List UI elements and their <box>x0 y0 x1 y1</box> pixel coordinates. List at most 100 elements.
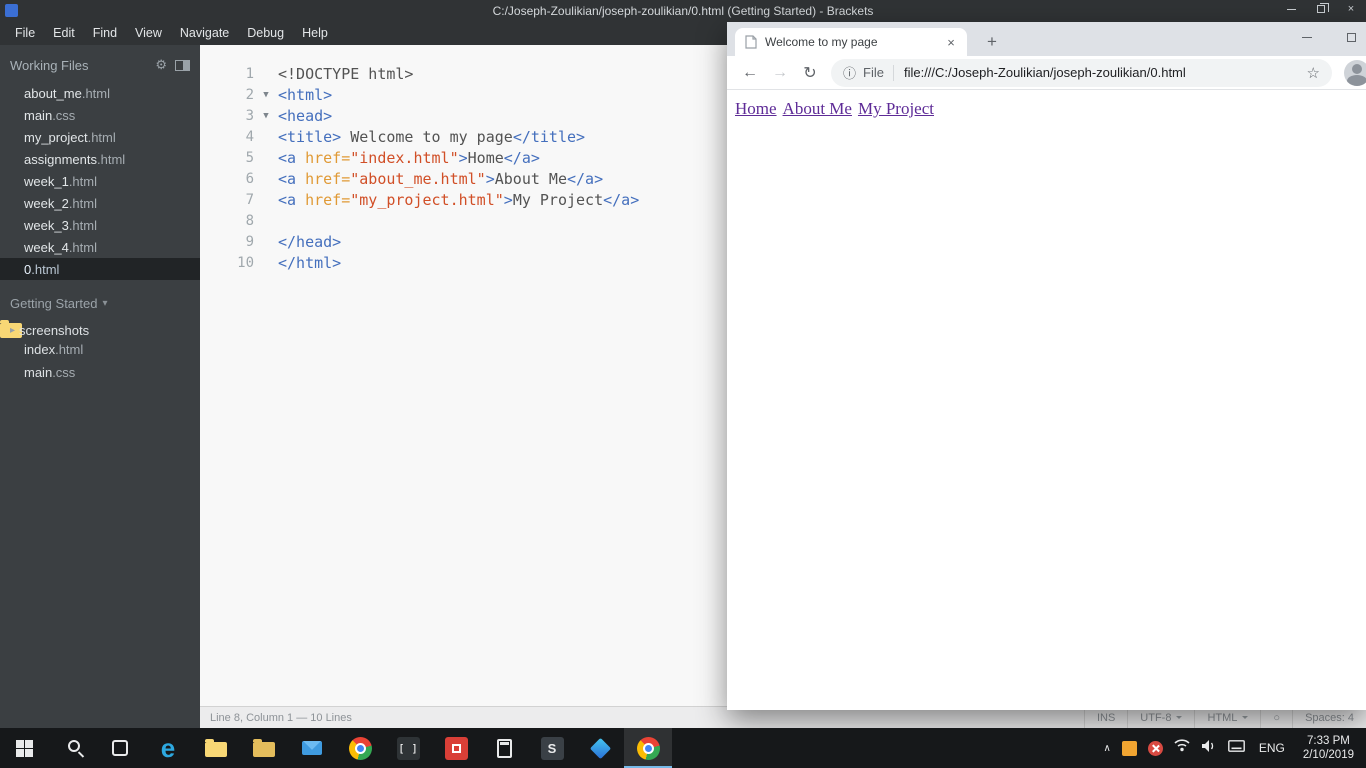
clock[interactable]: 7:33 PM 2/10/2019 <box>1299 734 1358 762</box>
task-view-icon <box>112 740 128 756</box>
back-button[interactable]: ← <box>735 59 765 87</box>
fold-arrow-icon[interactable]: ▼ <box>254 111 278 121</box>
working-file-week_3.html[interactable]: week_3 .html <box>0 214 200 236</box>
touch-keyboard-button[interactable] <box>1227 739 1245 757</box>
minimize-button[interactable] <box>1284 22 1329 52</box>
tree-file-index.html[interactable]: index .html <box>0 338 200 361</box>
profile-avatar[interactable] <box>1344 59 1366 86</box>
insert-mode-indicator[interactable]: INS <box>1083 707 1127 728</box>
minimize-icon <box>1286 8 1296 10</box>
tab-close-icon[interactable]: × <box>943 34 959 50</box>
line-number: 3 <box>245 107 254 124</box>
search-button[interactable] <box>48 728 96 768</box>
language-selector[interactable]: HTML <box>1194 707 1260 728</box>
maximize-button[interactable] <box>1329 22 1366 52</box>
bookmark-star-icon[interactable]: ☆ <box>1307 64 1320 82</box>
red-app-button[interactable] <box>432 728 480 768</box>
working-file-main.css[interactable]: main .css <box>0 104 200 126</box>
indent-value[interactable]: 4 <box>1348 712 1354 724</box>
tray-orange-app-icon[interactable] <box>1121 740 1137 756</box>
volume-button[interactable] <box>1201 739 1217 758</box>
tree-folder-screenshots[interactable]: ▸ screenshots <box>0 320 89 338</box>
menu-item-edit[interactable]: Edit <box>44 22 84 45</box>
gear-icon[interactable]: ⚙ <box>155 57 167 73</box>
encoding-selector[interactable]: UTF-8 <box>1127 707 1194 728</box>
menu-item-help[interactable]: Help <box>293 22 337 45</box>
menu-item-view[interactable]: View <box>126 22 171 45</box>
split-view-icon[interactable] <box>175 59 190 71</box>
working-file-0.html[interactable]: 0 .html <box>0 258 200 280</box>
code-text: <!DOCTYPE html> <box>278 64 414 83</box>
search-icon <box>68 740 80 752</box>
working-file-week_1.html[interactable]: week_1 .html <box>0 170 200 192</box>
chrome-icon <box>348 736 372 760</box>
task-view-button[interactable] <box>96 728 144 768</box>
code-text: <title> Welcome to my page</title> <box>278 127 586 146</box>
folder-button[interactable] <box>240 728 288 768</box>
working-file-week_2.html[interactable]: week_2 .html <box>0 192 200 214</box>
working-file-week_4.html[interactable]: week_4 .html <box>0 236 200 258</box>
diamond-app-button[interactable] <box>576 728 624 768</box>
forward-button[interactable]: → <box>765 59 795 87</box>
brackets-titlebar[interactable]: C:/Joseph-Zoulikian/joseph-zoulikian/0.h… <box>0 0 1366 22</box>
project-header[interactable]: Getting Started ▾ <box>0 280 200 320</box>
chrome-active-button[interactable] <box>624 728 672 768</box>
file-extension: .html <box>96 151 126 167</box>
edge-button[interactable]: e <box>144 728 192 768</box>
lint-status[interactable]: ○ <box>1260 707 1292 728</box>
menu-item-debug[interactable]: Debug <box>238 22 293 45</box>
page-info-icon[interactable]: ⓘ <box>843 63 856 82</box>
menu-item-navigate[interactable]: Navigate <box>171 22 238 45</box>
browser-tab[interactable]: Welcome to my page × <box>735 28 967 56</box>
file-name: main <box>24 107 53 123</box>
file-name: assignments <box>24 151 97 167</box>
diamond-app-icon <box>589 737 611 759</box>
code-text: <a href="index.html">Home</a> <box>278 148 540 167</box>
minimize-icon <box>1301 36 1312 38</box>
page-content: Home About Me My Project <box>727 90 1366 710</box>
file-extension: .css <box>52 107 76 123</box>
brackets-button[interactable]: [ ] <box>384 728 432 768</box>
page-link-about-me[interactable]: About Me <box>783 99 852 118</box>
restore-icon <box>1317 3 1329 13</box>
hidden-icons-chevron[interactable]: ∧ <box>1103 743 1110 754</box>
tray-red-app-icon[interactable] <box>1147 740 1163 756</box>
chevron-down-icon <box>1176 716 1183 722</box>
minimize-button[interactable] <box>1276 0 1306 18</box>
cursor-position-status: Line 8, Column 1 — 10 Lines <box>210 711 352 724</box>
fold-arrow-icon[interactable]: ▼ <box>254 90 278 100</box>
network-button[interactable] <box>1174 739 1190 757</box>
mail-button[interactable] <box>288 728 336 768</box>
working-file-assignments.html[interactable]: assignments .html <box>0 148 200 170</box>
calculator-icon <box>496 738 512 758</box>
reload-button[interactable]: ↻ <box>795 59 825 87</box>
address-bar[interactable]: ⓘ File file:///C:/Joseph-Zoulikian/josep… <box>831 58 1332 87</box>
page-link-home[interactable]: Home <box>735 99 777 118</box>
url-text[interactable]: file:///C:/Joseph-Zoulikian/joseph-zouli… <box>904 65 1299 80</box>
chrome-button[interactable] <box>336 728 384 768</box>
file-name: week_2 <box>24 195 69 211</box>
clock-date: 2/10/2019 <box>1302 749 1354 761</box>
file-name: week_4 <box>24 239 69 255</box>
project-label: Getting Started <box>10 296 98 311</box>
file-explorer-button[interactable] <box>192 728 240 768</box>
chevron-down-icon: ▾ <box>102 298 108 309</box>
menu-item-find[interactable]: Find <box>84 22 126 45</box>
new-tab-button[interactable]: + <box>979 30 1005 54</box>
page-favicon-icon <box>745 35 757 49</box>
working-file-my_project.html[interactable]: my_project .html <box>0 126 200 148</box>
s-app-button[interactable]: S <box>528 728 576 768</box>
indent-setting[interactable]: Spaces: 4 <box>1292 707 1366 728</box>
working-file-about_me.html[interactable]: about_me .html <box>0 82 200 104</box>
language-indicator[interactable]: ENG <box>1256 741 1288 755</box>
menu-item-file[interactable]: File <box>6 22 44 45</box>
page-links: Home About Me My Project <box>735 99 1358 119</box>
start-button[interactable] <box>0 728 48 768</box>
code-text: <a href="about_me.html">About Me</a> <box>278 169 604 188</box>
tree-file-main.css[interactable]: main .css <box>0 361 200 384</box>
close-button[interactable]: × <box>1336 0 1366 18</box>
calculator-button[interactable] <box>480 728 528 768</box>
page-link-my-project[interactable]: My Project <box>858 99 934 118</box>
restore-button[interactable] <box>1306 0 1336 18</box>
file-name: week_1 <box>24 173 69 189</box>
